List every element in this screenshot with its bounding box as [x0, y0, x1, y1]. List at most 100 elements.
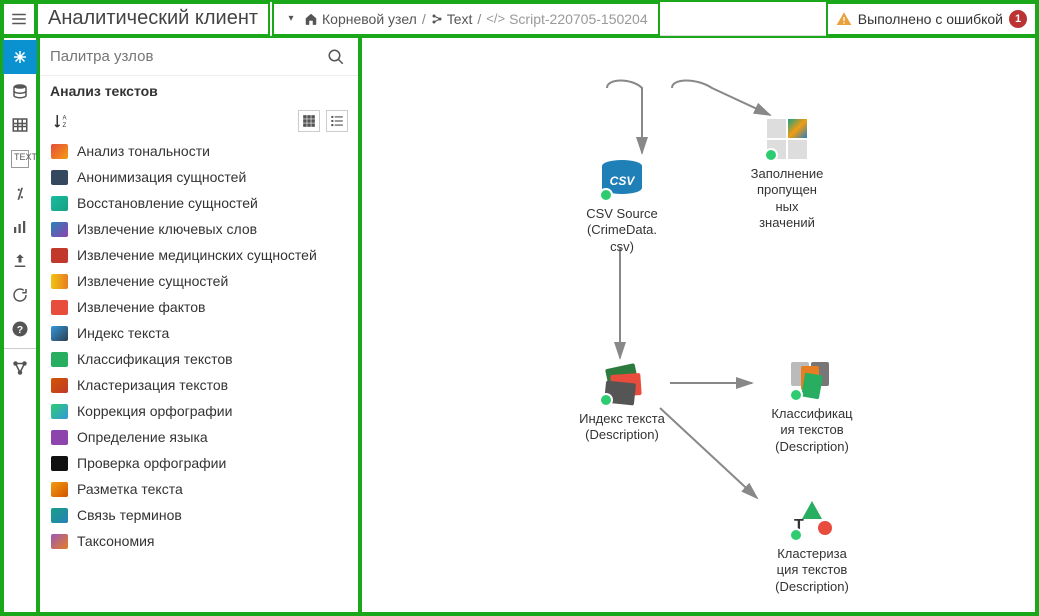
node-clustering[interactable]: T Кластеризация текстов(Description) — [757, 498, 867, 595]
palette-item[interactable]: Связь терминов — [40, 502, 358, 528]
palette-item[interactable]: Коррекция орфографии — [40, 398, 358, 424]
svg-text:A: A — [63, 116, 67, 122]
rail-help[interactable]: ? — [3, 312, 37, 346]
palette-item[interactable]: Извлечение ключевых слов — [40, 216, 358, 242]
rail-text[interactable]: TEXT — [3, 142, 37, 176]
palette-item-label: Извлечение фактов — [77, 299, 205, 315]
rail-graph[interactable] — [3, 351, 37, 385]
palette-item-label: Извлечение медицинских сущностей — [77, 247, 317, 263]
svg-text:?: ? — [17, 324, 23, 336]
palette-item[interactable]: Определение языка — [40, 424, 358, 450]
node-icon — [50, 402, 68, 420]
node-fill-missing[interactable]: Заполнениепропущенныхзначений — [732, 118, 842, 231]
sort-az-button[interactable]: AZ — [50, 110, 72, 132]
node-icon — [50, 168, 68, 186]
list-icon — [330, 114, 344, 128]
status-text: Выполнено с ошибкой — [858, 11, 1003, 27]
canvas[interactable]: CSV CSV Source(CrimeData.csv) Заполнение… — [360, 36, 1037, 614]
node-icon — [50, 194, 68, 212]
svg-text:Z: Z — [63, 123, 67, 129]
node-label: CSV Source — [586, 206, 658, 221]
app-title: Аналитический клиент — [36, 2, 270, 36]
rail-table[interactable] — [3, 108, 37, 142]
palette-item[interactable]: Восстановление сущностей — [40, 190, 358, 216]
status-ok-icon — [599, 188, 613, 202]
links-layer — [362, 38, 1035, 612]
rail-chart[interactable] — [3, 210, 37, 244]
node-icon — [50, 506, 68, 524]
node-icon — [50, 220, 68, 238]
palette-panel: Анализ текстов AZ Анализ тональности Анон… — [38, 36, 360, 614]
rail-upload[interactable] — [3, 244, 37, 278]
breadcrumb-folder[interactable]: Text — [447, 11, 473, 27]
palette-item-label: Таксономия — [77, 533, 154, 549]
palette-item-label: Коррекция орфографии — [77, 403, 232, 419]
rail-percent[interactable]: ⁒ — [3, 176, 37, 210]
palette-item[interactable]: Индекс текста — [40, 320, 358, 346]
sort-icon: AZ — [52, 112, 70, 130]
search-input[interactable] — [50, 48, 324, 65]
node-classification[interactable]: Классификация текстов(Description) — [757, 358, 867, 455]
category-title: Анализ текстов — [40, 76, 358, 106]
node-icon — [50, 246, 68, 264]
status-count: 1 — [1009, 10, 1027, 28]
palette-item[interactable]: Проверка орфографии — [40, 450, 358, 476]
palette-item[interactable]: Анализ тональности — [40, 138, 358, 164]
node-icon — [50, 324, 68, 342]
node-icon — [50, 428, 68, 446]
breadcrumb-current: Script-220705-150204 — [509, 11, 648, 27]
palette-item[interactable]: Анонимизация сущностей — [40, 164, 358, 190]
palette-item[interactable]: Кластеризация текстов — [40, 372, 358, 398]
warning-icon — [836, 11, 852, 27]
node-icon — [50, 376, 68, 394]
status-bar[interactable]: Выполнено с ошибкой 1 — [826, 2, 1037, 36]
palette-item-label: Извлечение ключевых слов — [77, 221, 257, 237]
breadcrumb-dropdown-icon[interactable]: ▾ — [284, 13, 298, 24]
node-label: Индекс текста — [579, 411, 665, 426]
node-icon — [50, 454, 68, 472]
rail-db[interactable] — [3, 74, 37, 108]
node-label: Заполнение — [751, 166, 824, 181]
status-ok-icon — [764, 148, 778, 162]
palette-item-label: Классификация текстов — [77, 351, 233, 367]
grid-view-button[interactable] — [298, 110, 320, 132]
code-icon: </> — [486, 11, 505, 26]
palette-item[interactable]: Извлечение сущностей — [40, 268, 358, 294]
menu-button[interactable] — [2, 2, 36, 36]
palette-item-label: Анализ тональности — [77, 143, 210, 159]
palette-item[interactable]: Извлечение фактов — [40, 294, 358, 320]
node-text-index[interactable]: Индекс текста(Description) — [567, 363, 677, 444]
grid-icon — [302, 114, 316, 128]
rail-refresh[interactable] — [3, 278, 37, 312]
node-label: Классификац — [771, 406, 852, 421]
list-view-button[interactable] — [326, 110, 348, 132]
node-icon — [50, 532, 68, 550]
palette-item-label: Разметка текста — [77, 481, 183, 497]
breadcrumb-sep: / — [477, 11, 481, 27]
palette-item[interactable]: Разметка текста — [40, 476, 358, 502]
palette-item[interactable]: Классификация текстов — [40, 346, 358, 372]
node-icon — [50, 298, 68, 316]
rail-star[interactable] — [3, 40, 37, 74]
node-icon — [50, 480, 68, 498]
palette-item-label: Проверка орфографии — [77, 455, 226, 471]
status-ok-icon — [599, 393, 613, 407]
search-button[interactable] — [324, 45, 348, 69]
palette-item-label: Определение языка — [77, 429, 208, 445]
palette-item[interactable]: Извлечение медицинских сущностей — [40, 242, 358, 268]
palette-item-label: Кластеризация текстов — [77, 377, 228, 393]
palette-item[interactable]: Таксономия — [40, 528, 358, 554]
search-icon — [327, 48, 345, 66]
node-icon — [50, 142, 68, 160]
breadcrumb-root[interactable]: Корневой узел — [322, 11, 417, 27]
palette-item-label: Восстановление сущностей — [77, 195, 258, 211]
status-ok-icon — [789, 388, 803, 402]
node-csv-source[interactable]: CSV CSV Source(CrimeData.csv) — [567, 158, 677, 255]
palette-item-label: Индекс текста — [77, 325, 169, 341]
left-rail: TEXT ⁒ ? — [2, 36, 38, 614]
node-icon — [50, 272, 68, 290]
breadcrumb-sep: / — [422, 11, 426, 27]
palette-item-label: Извлечение сущностей — [77, 273, 228, 289]
breadcrumb[interactable]: ▾ Корневой узел / Text / </> Script-2207… — [272, 2, 660, 36]
palette-item-label: Анонимизация сущностей — [77, 169, 246, 185]
